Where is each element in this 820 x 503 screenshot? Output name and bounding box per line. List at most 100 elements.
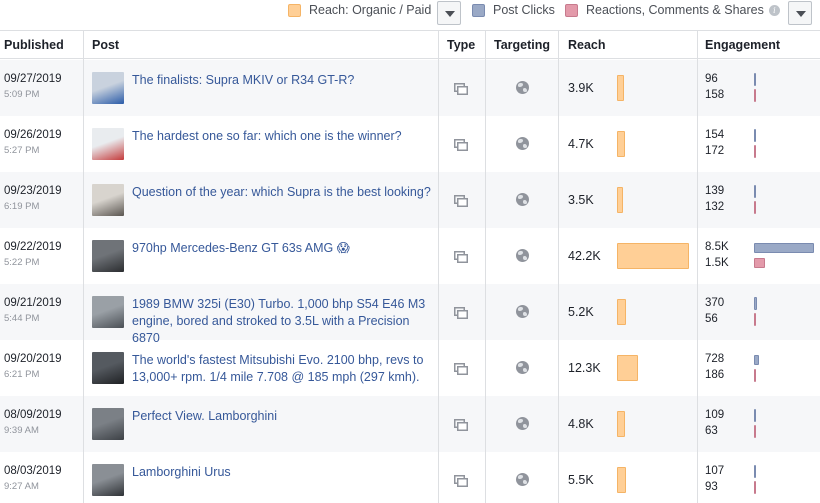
reach-bar — [617, 187, 623, 213]
globe-icon — [516, 417, 529, 430]
post-clicks-bar — [754, 185, 756, 198]
reactions-value: 132 — [705, 201, 725, 213]
reach-value: 12.3K — [568, 361, 601, 375]
post-clicks-value: 109 — [705, 409, 725, 421]
globe-icon — [516, 249, 529, 262]
post-type-icon — [454, 475, 468, 487]
post-link[interactable]: Perfect View. Lamborghini — [132, 408, 434, 425]
post-thumbnail[interactable] — [92, 296, 124, 328]
published-date: 09/20/2019 — [4, 353, 62, 365]
post-thumbnail[interactable] — [92, 184, 124, 216]
post-type-icon — [454, 419, 468, 431]
reach-value: 42.2K — [568, 249, 601, 263]
post-thumbnail[interactable] — [92, 352, 124, 384]
post-clicks-bar — [754, 409, 756, 422]
published-date: 09/21/2019 — [4, 297, 62, 309]
col-reach[interactable]: Reach — [568, 31, 606, 59]
legend-clicks-label: Post Clicks — [493, 3, 555, 17]
post-link[interactable]: 970hp Mercedes-Benz GT 63s AMG 😱 — [132, 240, 434, 257]
reactions-bar — [754, 89, 756, 102]
clicks-swatch — [472, 3, 485, 17]
post-clicks-value: 8.5K — [705, 241, 729, 253]
post-thumbnail[interactable] — [92, 240, 124, 272]
post-clicks-value: 728 — [705, 353, 725, 365]
reach-bar — [617, 243, 689, 269]
chart-legend: Reach: Organic / Paid Post Clicks Reacti… — [0, 0, 820, 30]
column-divider — [485, 30, 486, 503]
legend-reactions: Reactions, Comments & Shares i — [565, 3, 780, 17]
published-date: 08/03/2019 — [4, 465, 62, 477]
post-thumbnail[interactable] — [92, 72, 124, 104]
globe-icon — [516, 137, 529, 150]
post-clicks-bar — [754, 465, 756, 478]
col-engagement[interactable]: Engagement — [705, 31, 780, 59]
reach-value: 5.5K — [568, 473, 594, 487]
globe-icon — [516, 473, 529, 486]
globe-icon — [516, 361, 529, 374]
engagement-dropdown-button[interactable] — [788, 1, 812, 25]
reach-value: 5.2K — [568, 305, 594, 319]
published-time: 5:22 PM — [4, 257, 40, 268]
published-time: 5:09 PM — [4, 89, 40, 100]
column-divider — [83, 30, 84, 503]
post-link[interactable]: The finalists: Supra MKIV or R34 GT-R? — [132, 72, 434, 89]
column-divider — [438, 30, 439, 503]
post-clicks-value: 107 — [705, 465, 725, 477]
reactions-bar — [754, 313, 756, 326]
reactions-bar — [754, 369, 756, 382]
reactions-value: 56 — [705, 313, 718, 325]
reach-value: 4.8K — [568, 417, 594, 431]
reach-swatch — [288, 3, 301, 17]
post-link[interactable]: Lamborghini Urus — [132, 464, 434, 481]
reactions-swatch — [565, 3, 578, 17]
reactions-bar — [754, 145, 756, 158]
post-type-icon — [454, 363, 468, 375]
reactions-bar — [754, 425, 756, 438]
col-published[interactable]: Published — [4, 31, 64, 59]
reach-dropdown-button[interactable] — [437, 1, 461, 25]
post-clicks-bar — [754, 129, 756, 142]
post-type-icon — [454, 139, 468, 151]
post-clicks-value: 154 — [705, 129, 725, 141]
post-link[interactable]: The world's fastest Mitsubishi Evo. 2100… — [132, 352, 434, 386]
reactions-value: 186 — [705, 369, 725, 381]
post-clicks-bar — [754, 243, 814, 253]
post-type-icon — [454, 83, 468, 95]
reach-bar — [617, 467, 626, 493]
post-link[interactable]: Question of the year: which Supra is the… — [132, 184, 434, 201]
published-time: 6:21 PM — [4, 369, 40, 380]
published-time: 9:27 AM — [4, 481, 39, 492]
published-time: 5:27 PM — [4, 145, 40, 156]
published-time: 6:19 PM — [4, 201, 40, 212]
post-clicks-value: 370 — [705, 297, 725, 309]
post-thumbnail[interactable] — [92, 408, 124, 440]
reactions-bar — [754, 201, 756, 214]
reactions-value: 172 — [705, 145, 725, 157]
published-date: 09/23/2019 — [4, 185, 62, 197]
reach-bar — [617, 355, 638, 381]
col-targeting[interactable]: Targeting — [494, 31, 550, 59]
post-clicks-value: 139 — [705, 185, 725, 197]
col-type[interactable]: Type — [447, 31, 475, 59]
reactions-bar — [754, 481, 756, 494]
reach-bar — [617, 131, 625, 157]
post-clicks-value: 96 — [705, 73, 718, 85]
post-link[interactable]: The hardest one so far: which one is the… — [132, 128, 434, 145]
reach-bar — [617, 75, 624, 101]
col-post[interactable]: Post — [92, 31, 119, 59]
post-thumbnail[interactable] — [92, 464, 124, 496]
published-date: 09/26/2019 — [4, 129, 62, 141]
column-divider — [697, 30, 698, 503]
post-thumbnail[interactable] — [92, 128, 124, 160]
legend-reactions-label: Reactions, Comments & Shares — [586, 3, 764, 17]
published-time: 5:44 PM — [4, 313, 40, 324]
published-time: 9:39 AM — [4, 425, 39, 436]
reach-bar — [617, 411, 625, 437]
globe-icon — [516, 305, 529, 318]
reach-bar — [617, 299, 626, 325]
reactions-value: 93 — [705, 481, 718, 493]
info-icon[interactable]: i — [768, 4, 780, 16]
reactions-value: 63 — [705, 425, 718, 437]
post-clicks-bar — [754, 355, 759, 365]
published-date: 08/09/2019 — [4, 409, 62, 421]
